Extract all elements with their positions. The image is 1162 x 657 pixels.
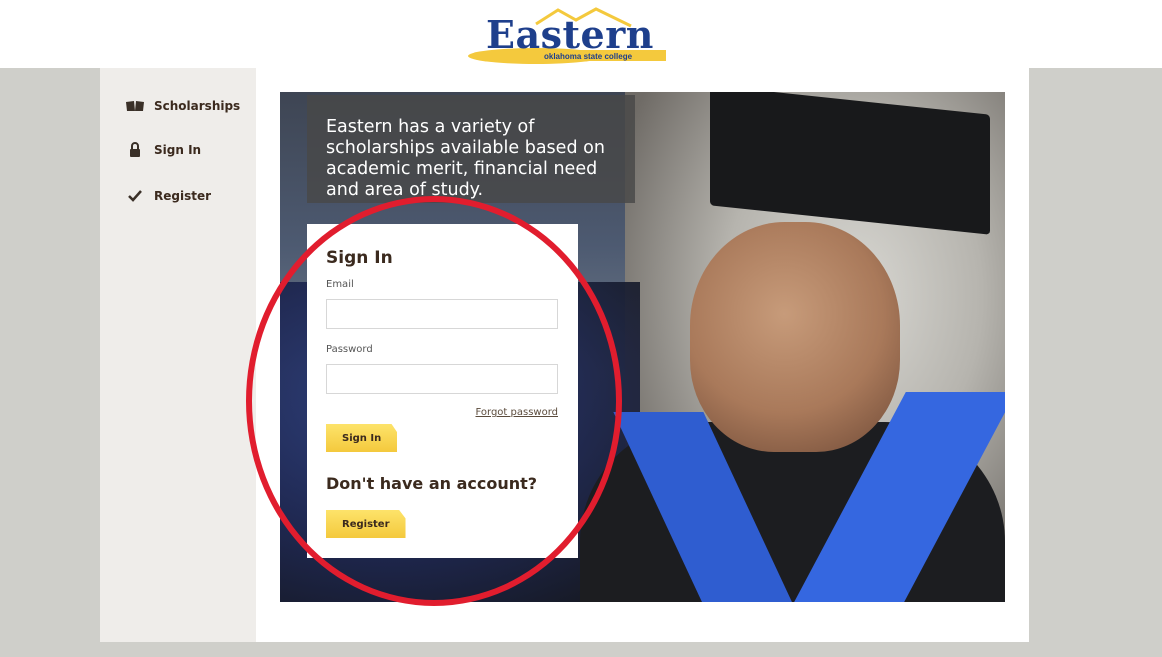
logo-wordmark: Eastern — [486, 12, 654, 57]
logo-subtitle: oklahoma state college — [544, 52, 633, 61]
sidebar-item-sign-in[interactable]: Sign In — [124, 140, 201, 160]
no-account-heading: Don't have an account? — [326, 474, 538, 493]
lock-icon — [124, 142, 146, 158]
email-field[interactable] — [326, 299, 558, 329]
sidebar-item-scholarships[interactable]: Scholarships — [124, 96, 240, 116]
email-label: Email — [326, 279, 354, 290]
sign-in-title: Sign In — [326, 248, 393, 268]
site-header: Eastern oklahoma state college — [0, 0, 1162, 69]
hero-caption: Eastern has a variety of scholarships av… — [326, 117, 605, 200]
sidebar-item-label: Scholarships — [154, 99, 241, 113]
hero-caption-box: Eastern has a variety of scholarships av… — [307, 95, 635, 203]
book-icon — [124, 100, 146, 112]
eastern-logo[interactable]: Eastern oklahoma state college — [466, 6, 666, 64]
sign-in-button[interactable]: Sign In — [326, 424, 398, 452]
hero-photo-face — [690, 222, 900, 452]
password-field[interactable] — [326, 364, 558, 394]
register-button[interactable]: Register — [326, 510, 406, 538]
checkmark-icon — [124, 190, 146, 202]
forgot-password-link[interactable]: Forgot password — [476, 407, 559, 418]
password-label: Password — [326, 344, 373, 355]
sidebar-item-register[interactable]: Register — [124, 186, 211, 206]
sidebar-item-label: Sign In — [154, 143, 202, 157]
sidebar: Scholarships Sign In Register — [100, 68, 256, 642]
sidebar-item-label: Register — [154, 189, 212, 203]
sign-in-card: Sign In Email Password Forgot password S… — [307, 224, 578, 558]
